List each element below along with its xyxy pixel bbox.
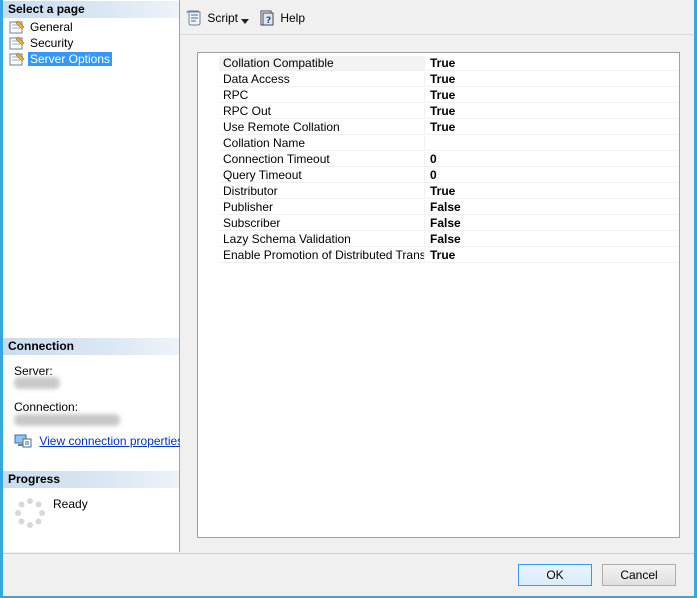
property-value[interactable]: True	[425, 184, 679, 199]
help-button-label: Help	[280, 11, 306, 25]
toolbar: Script ? Help	[180, 0, 694, 35]
ok-button[interactable]: OK	[518, 564, 592, 586]
property-value[interactable]: False	[425, 232, 679, 247]
chevron-down-icon	[240, 11, 250, 25]
property-row-margin	[198, 88, 219, 104]
progress-header: Progress	[3, 471, 179, 488]
property-name[interactable]: Data Access	[219, 72, 425, 87]
connection-label: Connection:	[14, 400, 79, 414]
property-row-margin	[198, 216, 219, 232]
dialog-window: Select a page General Security Server Op…	[3, 0, 694, 596]
select-page-header: Select a page	[3, 1, 179, 18]
wrench-page-icon	[9, 20, 25, 34]
property-row[interactable]: Enable Promotion of Distributed Transact…	[198, 248, 679, 264]
script-dropdown-arrow[interactable]	[240, 9, 250, 27]
property-value[interactable]: True	[425, 248, 679, 263]
cancel-button[interactable]: Cancel	[602, 564, 676, 586]
wrench-page-icon	[9, 36, 25, 50]
property-row[interactable]: Collation Name	[198, 136, 679, 152]
connection-value-redacted	[14, 414, 120, 426]
wrench-page-icon	[9, 52, 25, 66]
property-name[interactable]: RPC Out	[219, 104, 425, 119]
page-item-label: Server Options	[28, 52, 113, 66]
script-icon	[186, 10, 207, 26]
property-row[interactable]: Connection Timeout 0	[198, 152, 679, 168]
property-row-margin	[198, 168, 219, 184]
property-name[interactable]: Distributor	[219, 184, 425, 199]
page-item-general[interactable]: General	[3, 19, 179, 35]
property-name[interactable]: Connection Timeout	[219, 152, 425, 167]
property-row[interactable]: Use Remote Collation True	[198, 120, 679, 136]
property-value[interactable]: False	[425, 216, 679, 231]
property-row[interactable]: Query Timeout 0	[198, 168, 679, 184]
property-row-margin	[198, 56, 219, 72]
property-row[interactable]: RPC True	[198, 88, 679, 104]
property-row-margin	[198, 72, 219, 88]
script-button-label: Script	[207, 11, 239, 25]
connection-header: Connection	[3, 338, 179, 355]
property-row-margin	[198, 232, 219, 248]
property-value[interactable]: True	[425, 72, 679, 87]
property-name[interactable]: Use Remote Collation	[219, 120, 425, 135]
property-row-margin	[198, 152, 219, 168]
progress-status-text: Ready	[53, 497, 88, 511]
property-row[interactable]: Data Access True	[198, 72, 679, 88]
page-item-label: Security	[30, 36, 74, 50]
dialog-footer: OK Cancel	[3, 553, 694, 596]
property-value[interactable]: True	[425, 120, 679, 135]
script-button[interactable]: Script	[186, 9, 238, 27]
property-row-margin	[198, 120, 219, 136]
property-row-margin	[198, 104, 219, 120]
property-value[interactable]: 0	[425, 152, 679, 167]
property-name[interactable]: Publisher	[219, 200, 425, 215]
connection-properties-icon	[14, 434, 35, 448]
svg-text:?: ?	[266, 16, 271, 26]
property-name[interactable]: Subscriber	[219, 216, 425, 231]
property-value[interactable]	[425, 136, 679, 151]
property-row[interactable]: RPC Out True	[198, 104, 679, 120]
help-book-icon: ?	[259, 10, 280, 26]
property-row[interactable]: Lazy Schema Validation False	[198, 232, 679, 248]
property-name[interactable]: Enable Promotion of Distributed Transact…	[219, 248, 425, 263]
property-name[interactable]: Query Timeout	[219, 168, 425, 183]
property-row[interactable]: Publisher False	[198, 200, 679, 216]
page-item-security[interactable]: Security	[3, 35, 179, 51]
page-item-server-options[interactable]: Server Options	[3, 51, 179, 67]
property-name[interactable]: RPC	[219, 88, 425, 103]
property-row-margin	[198, 184, 219, 200]
property-row[interactable]: Subscriber False	[198, 216, 679, 232]
property-row[interactable]: Distributor True	[198, 184, 679, 200]
left-panel: Select a page General Security Server Op…	[3, 0, 183, 552]
property-value[interactable]: 0	[425, 168, 679, 183]
property-grid[interactable]: Collation Compatible True Data Access True R…	[197, 52, 680, 538]
property-name[interactable]: Lazy Schema Validation	[219, 232, 425, 247]
property-row-margin	[198, 248, 219, 264]
server-label: Server:	[14, 364, 53, 378]
property-value[interactable]: True	[425, 104, 679, 119]
server-value-redacted	[14, 377, 60, 389]
view-connection-properties-row[interactable]: View connection properties	[14, 434, 183, 448]
help-button[interactable]: ? Help	[259, 9, 305, 27]
property-value[interactable]: True	[425, 56, 679, 71]
property-value[interactable]: True	[425, 88, 679, 103]
property-name[interactable]: Collation Name	[219, 136, 425, 151]
page-item-label: General	[30, 20, 73, 34]
property-row[interactable]: Collation Compatible True	[198, 56, 679, 72]
page-list: General Security Server Options	[3, 19, 179, 67]
property-name[interactable]: Collation Compatible	[219, 56, 425, 71]
property-row-margin	[198, 136, 219, 152]
view-connection-properties-link[interactable]: View connection properties	[39, 434, 183, 448]
property-value[interactable]: False	[425, 200, 679, 215]
progress-spinner-icon	[14, 497, 46, 529]
property-row-margin	[198, 200, 219, 216]
